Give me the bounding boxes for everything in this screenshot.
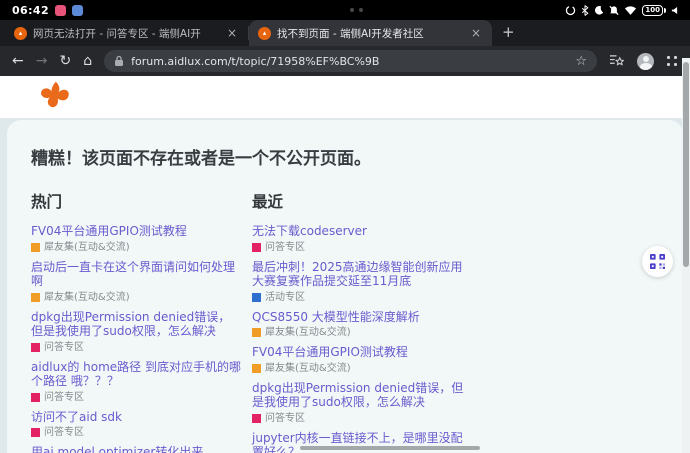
close-tab-icon[interactable]: ×	[225, 26, 239, 40]
recent-topics-column: 最近 无法下载codeserver 问答专区 最后冲刺！2025高通边缘智能创新…	[252, 190, 466, 453]
menu-grid-icon[interactable]	[667, 56, 678, 67]
status-dots	[350, 8, 363, 12]
category-color-square	[252, 328, 261, 337]
category-color-square	[31, 428, 40, 437]
category-color-square	[252, 364, 261, 373]
do-not-disturb-moon-icon	[594, 5, 604, 16]
topic-item: 访问不了aid sdk 问答专区	[31, 410, 241, 439]
topic-item: QCS8550 大模型性能深度解析 犀友集(互动&交流)	[252, 310, 466, 339]
topic-category[interactable]: 犀友集(互动&交流)	[31, 242, 241, 253]
category-color-square	[252, 243, 261, 252]
new-tab-button[interactable]: +	[502, 23, 515, 41]
topic-link[interactable]: 无法下载codeserver	[252, 224, 466, 239]
topic-category[interactable]: 犀友集(互动&交流)	[252, 363, 466, 374]
topic-link[interactable]: FV04平台通用GPIO测试教程	[31, 224, 241, 239]
browser-window: 06:42 100	[0, 0, 690, 453]
battery-icon: 100	[642, 5, 666, 16]
tab-title: 找不到页面 - 端侧AI开发者社区	[277, 26, 463, 41]
qr-code-widget[interactable]	[642, 246, 673, 277]
topic-category[interactable]: 犀友集(互动&交流)	[31, 292, 241, 303]
status-bar: 06:42 100	[0, 0, 690, 20]
topic-columns: 热门 FV04平台通用GPIO测试教程 犀友集(互动&交流) 启动后一直卡在这个…	[31, 190, 683, 453]
profile-avatar[interactable]	[637, 53, 654, 70]
aidlux-logo[interactable]	[38, 80, 72, 114]
topic-link[interactable]: aidlux的 home路径 到底对应手机的哪个路径 哦？？？	[31, 360, 241, 389]
topic-category[interactable]: 活动专区	[252, 292, 466, 303]
lock-icon	[114, 52, 124, 71]
tab-page-load-error[interactable]: ▴ 网页无法打开 - 问答专区 - 端侧AI开 ×	[5, 20, 248, 46]
tab-title: 网页无法打开 - 问答专区 - 端侧AI开	[33, 26, 219, 41]
url-text: forum.aidlux.com/t/topic/71958%EF%BC%9B	[131, 55, 568, 68]
topic-link[interactable]: 最后冲刺！2025高通边缘智能创新应用大赛复赛作品提交延至11月底	[252, 260, 466, 289]
back-icon[interactable]: ←	[12, 54, 24, 68]
topic-item: dpkg出现Permission denied错误，但是我使用了sudo权限，怎…	[31, 310, 241, 353]
battery-level: 100	[642, 5, 663, 16]
wifi-icon	[624, 5, 637, 16]
topic-category[interactable]: 问答专区	[252, 413, 466, 424]
aidlux-favicon: ▴	[258, 27, 271, 40]
earphone-icon	[671, 6, 678, 15]
page-title: 糟糕！该页面不存在或者是一个不公开页面。	[31, 144, 683, 169]
horizontal-scrollbar-thumb[interactable]	[300, 446, 480, 450]
topic-item: 启动后一直卡在这个界面请问如何处理啊 犀友集(互动&交流)	[31, 260, 241, 303]
topic-item: FV04平台通用GPIO测试教程 犀友集(互动&交流)	[31, 224, 241, 253]
aidlux-favicon: ▴	[14, 27, 27, 40]
mute-bell-icon	[609, 5, 619, 16]
topic-link[interactable]: dpkg出现Permission denied错误，但是我使用了sudo权限，怎…	[252, 381, 466, 410]
topic-category[interactable]: 问答专区	[31, 427, 241, 438]
topic-item: 最后冲刺！2025高通边缘智能创新应用大赛复赛作品提交延至11月底 活动专区	[252, 260, 466, 303]
topic-category[interactable]: 问答专区	[31, 392, 241, 403]
browser-toolbar: ← → ↻ ⌂ forum.aidlux.com/t/topic/71958%E…	[0, 46, 690, 76]
topic-category[interactable]: 问答专区	[252, 242, 466, 253]
data-saver-icon	[565, 5, 576, 16]
topic-item: 用ai model optimizer转化出来qnn2.36模型后缀是.aide…	[31, 445, 241, 453]
category-color-square	[31, 243, 40, 252]
status-icons: 100	[565, 5, 678, 16]
forward-icon[interactable]: →	[36, 54, 48, 68]
not-found-card: 糟糕！该页面不存在或者是一个不公开页面。 热门 FV04平台通用GPIO测试教程…	[7, 120, 683, 453]
bookmark-star-icon[interactable]: ☆	[575, 54, 587, 69]
bookmark-list-icon[interactable]	[609, 52, 624, 71]
category-color-square	[31, 293, 40, 302]
hot-topics-column: 热门 FV04平台通用GPIO测试教程 犀友集(互动&交流) 启动后一直卡在这个…	[31, 190, 241, 453]
close-tab-icon[interactable]: ×	[469, 26, 483, 40]
topic-link[interactable]: QCS8550 大模型性能深度解析	[252, 310, 466, 325]
section-title-hot: 热门	[31, 190, 241, 212]
topic-link[interactable]: 访问不了aid sdk	[31, 410, 241, 425]
category-color-square	[31, 343, 40, 352]
address-bar[interactable]: forum.aidlux.com/t/topic/71958%EF%BC%9B …	[104, 50, 597, 72]
category-color-square	[252, 293, 261, 302]
home-icon[interactable]: ⌂	[83, 54, 92, 68]
notification-app-icon-1	[55, 5, 66, 16]
toolbar-right	[609, 52, 678, 71]
page-content: 糟糕！该页面不存在或者是一个不公开页面。 热门 FV04平台通用GPIO测试教程…	[0, 118, 690, 453]
topic-link[interactable]: 用ai model optimizer转化出来qnn2.36模型后缀是.aide…	[31, 445, 241, 453]
topic-item: 无法下载codeserver 问答专区	[252, 224, 466, 253]
notification-app-icon-2	[72, 5, 83, 16]
topic-item: aidlux的 home路径 到底对应手机的哪个路径 哦？？？ 问答专区	[31, 360, 241, 403]
topic-item: FV04平台通用GPIO测试教程 犀友集(互动&交流)	[252, 345, 466, 374]
tab-strip: ▴ 网页无法打开 - 问答专区 - 端侧AI开 × ▴ 找不到页面 - 端侧AI…	[0, 20, 690, 46]
topic-category[interactable]: 问答专区	[31, 342, 241, 353]
tab-page-not-found[interactable]: ▴ 找不到页面 - 端侧AI开发者社区 ×	[249, 20, 492, 46]
reload-icon[interactable]: ↻	[59, 54, 71, 68]
topic-link[interactable]: FV04平台通用GPIO测试教程	[252, 345, 466, 360]
vertical-scrollbar-thumb[interactable]	[683, 62, 689, 267]
clock: 06:42	[12, 4, 49, 17]
category-color-square	[31, 393, 40, 402]
site-header	[0, 76, 690, 118]
qr-code-icon	[650, 254, 665, 269]
topic-item: dpkg出现Permission denied错误，但是我使用了sudo权限，怎…	[252, 381, 466, 424]
topic-link[interactable]: 启动后一直卡在这个界面请问如何处理啊	[31, 260, 241, 289]
topic-category[interactable]: 犀友集(互动&交流)	[252, 327, 466, 338]
category-color-square	[252, 414, 261, 423]
topic-link[interactable]: dpkg出现Permission denied错误，但是我使用了sudo权限，怎…	[31, 310, 241, 339]
section-title-recent: 最近	[252, 190, 466, 212]
bluetooth-icon	[581, 5, 589, 16]
